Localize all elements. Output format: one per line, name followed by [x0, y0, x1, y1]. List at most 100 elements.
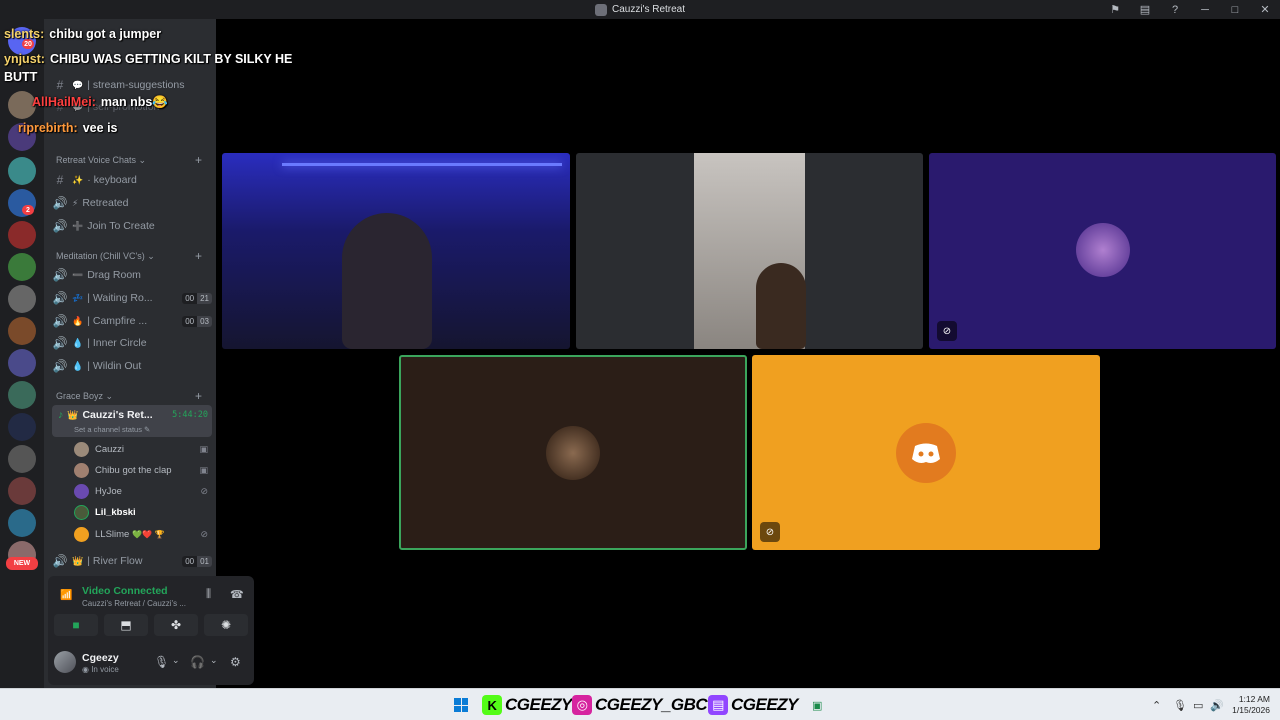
server-icon[interactable] [8, 413, 36, 441]
server-icon[interactable] [8, 157, 36, 185]
avatar [74, 462, 89, 478]
channel-river-flow[interactable]: 🔊 👑 | River Flow 00 01 [52, 551, 212, 571]
server-icon[interactable] [8, 285, 36, 313]
instagram-icon: ◎ [572, 695, 592, 715]
category-grace-boyz[interactable]: Grace Boyz ⌄ + [56, 389, 212, 403]
microphone-icon[interactable]: 🎙 [1173, 699, 1187, 712]
instagram-handle: ◎ CGEEZY_GBC [572, 694, 708, 716]
chat-message: BUTT [4, 70, 38, 84]
voice-activity-icon: ♪ [58, 409, 64, 421]
server-icon[interactable] [8, 349, 36, 377]
add-channel-icon[interactable]: + [195, 249, 202, 263]
close-button[interactable]: ✕ [1250, 0, 1280, 19]
discord-logo-icon [896, 423, 956, 483]
chevron-up-icon[interactable]: ⌃ [1152, 699, 1161, 712]
channel-drag-room[interactable]: 🔊 ➖ Drag Room [52, 265, 212, 285]
username[interactable]: Cgeezy [82, 652, 119, 664]
video-tile-avatar[interactable]: ⊘ [929, 153, 1276, 349]
network-icon[interactable]: ▭ [1193, 699, 1203, 712]
channel-wildin-out[interactable]: 🔊 💧 | Wildin Out [52, 356, 212, 376]
speaker-icon: 🔊 [52, 359, 68, 373]
video-tile-discord-default[interactable]: ⊘ [752, 355, 1100, 550]
headphones-icon[interactable]: 🎧 [190, 655, 205, 669]
category-retreat-voice[interactable]: Retreat Voice Chats ⌄ + [56, 153, 212, 167]
category-meditation[interactable]: Meditation (Chill VC's) ⌄ + [56, 249, 212, 263]
active-voice-channel[interactable]: ♪ 👑 Cauzzi's Ret... 5:44:20 Set a channe… [52, 405, 212, 437]
screen-share-button[interactable]: ⬒ [104, 614, 148, 636]
server-rail: 20 2 NEW [0, 19, 44, 688]
channel-campfire[interactable]: 🔊 🔥 | Campfire ... 00 03 [52, 311, 212, 331]
server-icon[interactable] [8, 477, 36, 505]
camera-off-icon: ⊘ [760, 522, 780, 542]
voice-status[interactable]: Video Connected [82, 585, 168, 597]
user-status: ◉ In voice [82, 665, 119, 674]
soundboard-button[interactable]: ✺ [204, 614, 248, 636]
voice-member[interactable]: Chibu got the clap ▣ [74, 460, 212, 480]
speaker-icon: 🔊 [52, 314, 68, 328]
channel-waiting-room[interactable]: 🔊 💤 | Waiting Ro... 00 21 [52, 288, 212, 308]
channel-inner-circle[interactable]: 🔊 💧 | Inner Circle [52, 333, 212, 353]
app-icon[interactable]: ▣ [812, 699, 822, 712]
video-tile-speaking[interactable] [399, 355, 747, 550]
user-count: 00 01 [182, 555, 212, 567]
activities-button[interactable]: ✤ [154, 614, 198, 636]
avatar [1076, 223, 1130, 277]
server-icon[interactable] [8, 253, 36, 281]
voice-location: Cauzzi's Retreat / Cauzzi's ... [82, 599, 186, 608]
disconnect-icon[interactable]: ☎ [230, 588, 244, 601]
chevron-down-icon[interactable]: ⌄ [210, 655, 218, 666]
server-icon[interactable] [8, 509, 36, 537]
server-icon[interactable] [8, 317, 36, 345]
server-icon[interactable] [8, 221, 36, 249]
chat-message: ynjust: CHIBU WAS GETTING KILT BY SILKY H… [4, 52, 293, 66]
add-channel-icon[interactable]: + [195, 389, 202, 403]
windows-start-icon[interactable] [454, 698, 468, 712]
video-tile-webcam[interactable] [222, 153, 570, 349]
avatar [546, 426, 600, 480]
video-tile-phone[interactable] [576, 153, 923, 349]
speaker-icon: 🔊 [52, 268, 68, 282]
voice-connection-panel: 📶 Video Connected Cauzzi's Retreat / Cau… [48, 576, 254, 641]
volume-icon[interactable]: 🔊 [1210, 699, 1224, 712]
microphone-icon[interactable]: 🎙 [154, 655, 169, 669]
channel-keyboard[interactable]: # ✨ · keyboard [52, 170, 212, 190]
add-channel-icon[interactable]: + [195, 153, 202, 167]
channel-stream-suggestions[interactable]: # 💬 | stream-suggestions [52, 75, 212, 95]
text-channel-icon: # [56, 78, 64, 92]
server-icon[interactable] [8, 445, 36, 473]
channel-sidebar: # 💬 | stream-suggestions # 💬 | self-prom… [44, 19, 254, 688]
avatar [74, 441, 89, 457]
new-badge: NEW [6, 557, 38, 570]
minimize-button[interactable]: ─ [1190, 0, 1220, 19]
call-timer: 5:44:20 [172, 410, 208, 420]
channel-status[interactable]: Set a channel status ✎ [74, 425, 150, 434]
server-icon [594, 3, 607, 16]
maximize-button[interactable]: □ [1220, 0, 1250, 19]
window-title: Cauzzi's Retreat [611, 4, 686, 15]
voice-member[interactable]: Cauzzi ▣ [74, 439, 212, 459]
kick-icon: K [482, 695, 502, 715]
inbox-icon[interactable]: ▤ [1130, 0, 1160, 19]
channel-retreated[interactable]: 🔊 ⚡ Retreated [52, 193, 212, 213]
chevron-down-icon[interactable]: ⌄ [172, 655, 180, 666]
noise-suppression-icon[interactable]: ⫼ [206, 588, 211, 601]
avatar[interactable] [54, 651, 76, 673]
voice-member[interactable]: LLSlime 💚❤️ 🏆 ⊘ [74, 524, 212, 544]
twitch-handle: ▤ CGEEZY [708, 694, 798, 716]
gear-icon[interactable]: ⚙ [230, 655, 241, 669]
speaker-icon: 🔊 [52, 554, 68, 568]
system-clock[interactable]: 1:12 AM 1/15/2026 [1232, 694, 1270, 716]
taskbar: K CGEEZY ◎ CGEEZY_GBC ▤ CGEEZY ▣ ⌃ 🎙 ▭ 🔊… [0, 688, 1280, 720]
avatar [74, 526, 89, 542]
camera-icon: ▣ [199, 443, 208, 454]
camera-button[interactable]: ■ [54, 614, 98, 636]
flag-icon[interactable]: ⚑ [1100, 0, 1130, 19]
crown-icon: 👑 [67, 409, 79, 420]
server-icon[interactable] [8, 381, 36, 409]
channel-join-to-create[interactable]: 🔊 ➕ Join To Create [52, 216, 212, 236]
voice-member[interactable]: Lil_kbski [74, 502, 212, 522]
camera-icon: ▣ [199, 464, 208, 475]
help-icon[interactable]: ? [1160, 0, 1190, 19]
voice-member[interactable]: HyJoe ⊘ [74, 481, 212, 501]
signal-icon[interactable]: 📶 [60, 590, 72, 601]
